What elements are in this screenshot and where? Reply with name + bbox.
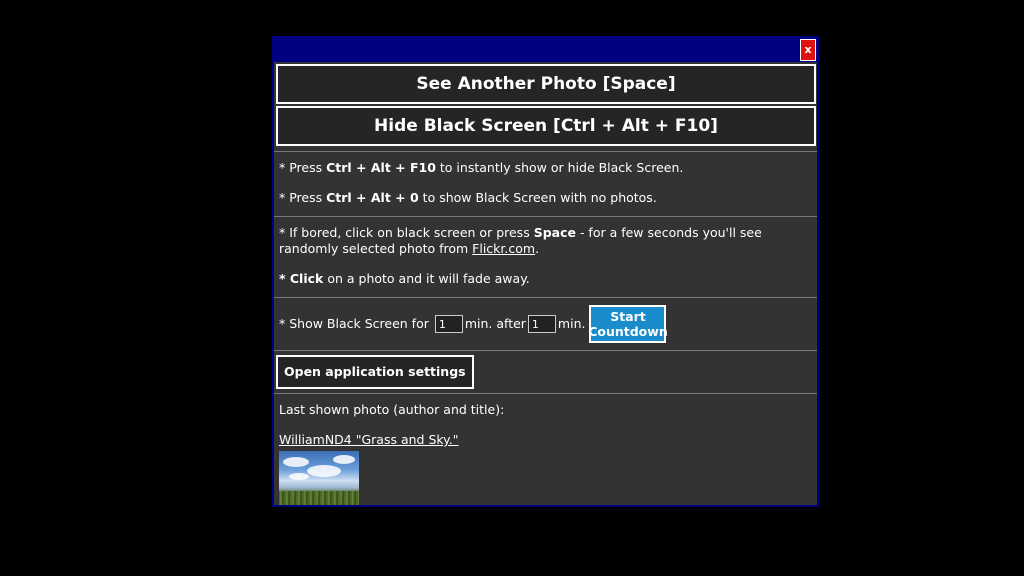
cloud-shape: [333, 455, 355, 464]
shortcut-hints: * Press Ctrl + Alt + F10 to instantly sh…: [274, 151, 817, 216]
close-button[interactable]: x: [800, 39, 816, 61]
last-photo-line: WilliamND4 "Grass and Sky.": [279, 432, 813, 448]
hint-text: .: [535, 241, 540, 256]
countdown-label-suffix: min.: [557, 316, 586, 331]
hint-text: on a photo and it will fade away.: [323, 271, 530, 286]
hint-keys: * Click: [279, 271, 324, 286]
hint-text: * If bored, click on black screen or pre…: [279, 225, 534, 240]
last-photo-section: Last shown photo (author and title): Wil…: [274, 393, 817, 505]
dialog-titlebar: x: [274, 38, 817, 62]
start-label-line2: Countdown: [588, 324, 668, 339]
open-settings-button[interactable]: Open application settings: [276, 355, 474, 389]
hint-keys: Ctrl + Alt + 0: [326, 190, 419, 205]
hint-no-photos: * Press Ctrl + Alt + 0 to show Black Scr…: [279, 190, 813, 206]
countdown-label-prefix: * Show Black Screen for: [279, 316, 433, 331]
cloud-shape: [283, 457, 309, 467]
hint-keys: Space: [533, 225, 576, 240]
hint-click-photo: * Click on a photo and it will fade away…: [279, 271, 813, 287]
last-photo-link[interactable]: WilliamND4 "Grass and Sky.": [279, 432, 459, 447]
see-another-photo-button[interactable]: See Another Photo [Space]: [276, 64, 816, 104]
flickr-link[interactable]: Flickr.com: [472, 241, 535, 256]
hint-text: to instantly show or hide Black Screen.: [435, 160, 684, 175]
last-photo-label: Last shown photo (author and title):: [279, 402, 505, 417]
photo-hints: * If bored, click on black screen or pre…: [274, 216, 817, 297]
hint-keys: Ctrl + Alt + F10: [326, 160, 436, 175]
last-photo-thumbnail[interactable]: [279, 451, 359, 505]
hint-toggle: * Press Ctrl + Alt + F10 to instantly sh…: [279, 160, 813, 176]
hint-text: * Press: [279, 190, 327, 205]
settings-row: Open application settings: [274, 350, 817, 393]
cloud-shape: [307, 465, 341, 477]
countdown-label-middle: min. after: [464, 316, 526, 331]
start-label-line1: Start: [610, 309, 646, 324]
hint-text: * Press: [279, 160, 327, 175]
show-minutes-input[interactable]: [434, 315, 463, 333]
hint-bored: * If bored, click on black screen or pre…: [279, 225, 813, 257]
hide-black-screen-button[interactable]: Hide Black Screen [Ctrl + Alt + F10]: [276, 106, 816, 146]
cloud-shape: [289, 473, 309, 480]
start-countdown-label: Start Countdown: [588, 309, 668, 339]
black-screen-dialog: x See Another Photo [Space] Hide Black S…: [272, 36, 819, 507]
after-minutes-input[interactable]: [527, 315, 556, 333]
start-countdown-button[interactable]: Start Countdown: [588, 305, 668, 343]
grass-shape: [279, 491, 359, 505]
countdown-row: * Show Black Screen for min. after min. …: [274, 297, 817, 350]
hint-text: to show Black Screen with no photos.: [418, 190, 657, 205]
